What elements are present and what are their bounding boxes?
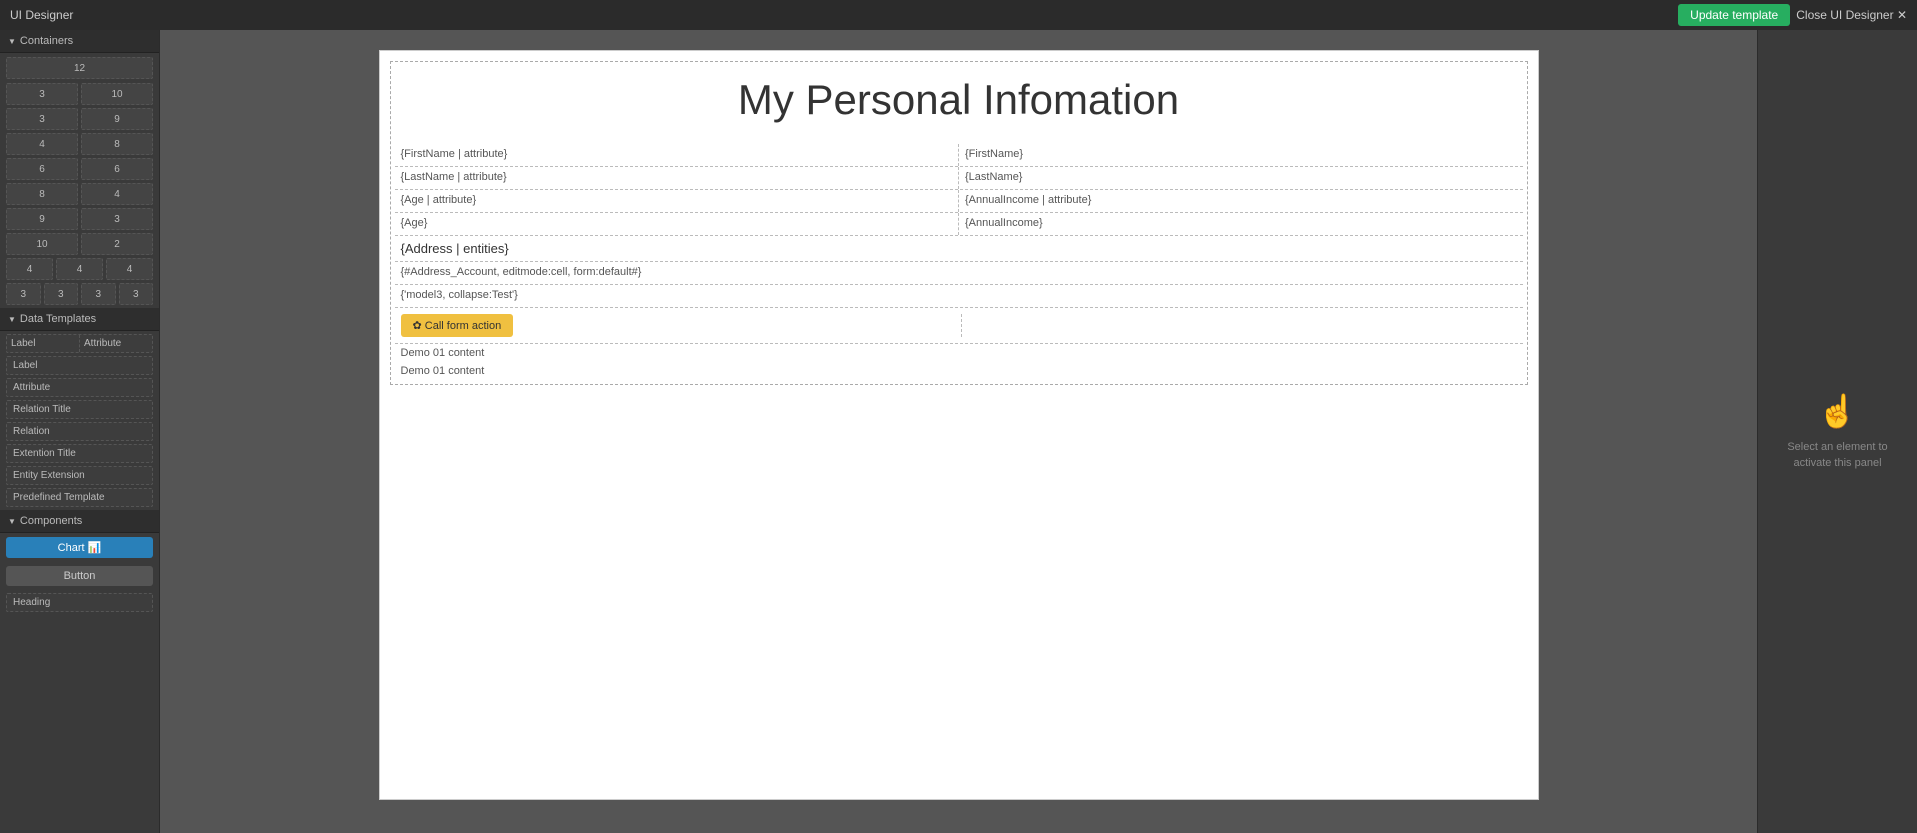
container-cell-8b[interactable]: 8 xyxy=(6,183,78,205)
container-cell-4[interactable]: 4 xyxy=(6,133,78,155)
canvas-cell-income-val: {AnnualIncome} xyxy=(959,213,1523,235)
container-row-10-2: 10 2 xyxy=(6,233,153,255)
container-cell-3c[interactable]: 3 xyxy=(81,208,153,230)
sidebar: ▼ Containers 12 3 10 3 9 4 8 6 6 8 4 9 3 xyxy=(0,30,160,833)
canvas-cell-firstname-val: {FirstName} xyxy=(959,144,1523,166)
container-cell-2[interactable]: 2 xyxy=(81,233,153,255)
template-extention-title[interactable]: Extention Title xyxy=(6,444,153,463)
canvas-model-row: {'model3, collapse:Test'} xyxy=(395,285,1523,308)
right-panel: ☝ Select an element to activate this pan… xyxy=(1757,30,1917,833)
container-row-3-3-3-3: 3 3 3 3 xyxy=(6,283,153,305)
container-cell-4c[interactable]: 4 xyxy=(6,258,53,280)
canvas-address-section: {Address | entities} xyxy=(395,236,1523,262)
canvas-title: My Personal Infomation xyxy=(395,66,1523,134)
container-row-8-4: 8 4 xyxy=(6,183,153,205)
container-row-3-9: 3 9 xyxy=(6,108,153,130)
canvas-demo-row-2: Demo 01 content xyxy=(395,362,1523,380)
template-relation-title[interactable]: Relation Title xyxy=(6,400,153,419)
app-title: UI Designer xyxy=(10,8,73,22)
container-cell-6b[interactable]: 6 xyxy=(81,158,153,180)
main-layout: ▼ Containers 12 3 10 3 9 4 8 6 6 8 4 9 3 xyxy=(0,30,1917,833)
canvas-action-row: ✿ Call form action xyxy=(395,308,1523,344)
template-relation[interactable]: Relation xyxy=(6,422,153,441)
canvas-action-left: ✿ Call form action xyxy=(401,314,963,337)
container-cell-8[interactable]: 8 xyxy=(81,133,153,155)
container-cell-3d[interactable]: 3 xyxy=(6,283,41,305)
container-cell-3e[interactable]: 3 xyxy=(44,283,79,305)
canvas-action-right xyxy=(962,314,1517,337)
button-component-button[interactable]: Button xyxy=(6,566,153,586)
canvas-cell-age-attr: {Age | attribute} xyxy=(395,190,960,212)
right-panel-content: ☝ Select an element to activate this pan… xyxy=(1758,372,1917,491)
canvas-row-lastname: {LastName | attribute} {LastName} xyxy=(395,167,1523,190)
container-cell-9[interactable]: 9 xyxy=(81,108,153,130)
template-entity-extension[interactable]: Entity Extension xyxy=(6,466,153,485)
container-12[interactable]: 12 xyxy=(6,57,153,79)
data-templates-label: Data Templates xyxy=(20,313,96,325)
container-cell-3[interactable]: 3 xyxy=(6,83,78,105)
canvas-outer-border: My Personal Infomation {FirstName | attr… xyxy=(390,61,1528,385)
canvas-form-cell: {#Address_Account, editmode:cell, form:d… xyxy=(395,262,1523,284)
canvas-cell-lastname-val: {LastName} xyxy=(959,167,1523,189)
chart-component-button[interactable]: Chart 📊 xyxy=(6,537,153,558)
right-panel-text: Select an element to activate this panel xyxy=(1778,440,1897,471)
canvas-cell-income-attr: {AnnualIncome | attribute} xyxy=(959,190,1523,212)
container-cell-9b[interactable]: 9 xyxy=(6,208,78,230)
template-label[interactable]: Label xyxy=(6,356,153,375)
cursor-icon: ☝ xyxy=(1778,392,1897,430)
components-section-header[interactable]: ▼ Components xyxy=(0,510,159,533)
data-templates-section-header[interactable]: ▼ Data Templates xyxy=(0,308,159,331)
container-cell-10b[interactable]: 10 xyxy=(6,233,78,255)
canvas-row-age-income-val: {Age} {AnnualIncome} xyxy=(395,213,1523,236)
container-cell-3f[interactable]: 3 xyxy=(81,283,116,305)
containers-section-header[interactable]: ▼ Containers xyxy=(0,30,159,53)
data-templates-arrow: ▼ xyxy=(8,315,16,324)
template-predefined[interactable]: Predefined Template xyxy=(6,488,153,507)
template-label-attribute[interactable]: Label Attribute xyxy=(6,334,153,353)
container-cell-3g[interactable]: 3 xyxy=(119,283,154,305)
canvas-row-firstname: {FirstName | attribute} {FirstName} xyxy=(395,144,1523,167)
canvas-row-age-income-attr: {Age | attribute} {AnnualIncome | attrib… xyxy=(395,190,1523,213)
canvas-cell-age-val: {Age} xyxy=(395,213,960,235)
container-row-4-8: 4 8 xyxy=(6,133,153,155)
heading-component-item[interactable]: Heading xyxy=(6,593,153,612)
update-template-button[interactable]: Update template xyxy=(1678,4,1790,26)
canvas-area: My Personal Infomation {FirstName | attr… xyxy=(160,30,1757,833)
components-label: Components xyxy=(20,515,82,527)
components-arrow: ▼ xyxy=(8,517,16,526)
canvas-cell-lastname-attr: {LastName | attribute} xyxy=(395,167,960,189)
container-12-label: 12 xyxy=(74,63,85,74)
canvas-model-cell: {'model3, collapse:Test'} xyxy=(395,285,1523,307)
close-designer-button[interactable]: Close UI Designer ✕ xyxy=(1796,8,1907,22)
canvas-form-row: {#Address_Account, editmode:cell, form:d… xyxy=(395,262,1523,285)
call-form-action-button[interactable]: ✿ Call form action xyxy=(401,314,514,337)
containers-label: Containers xyxy=(20,35,73,47)
container-row-6-6: 6 6 xyxy=(6,158,153,180)
template-attribute[interactable]: Attribute xyxy=(6,378,153,397)
topbar: UI Designer Update template Close UI Des… xyxy=(0,0,1917,30)
container-row-9-3: 9 3 xyxy=(6,208,153,230)
canvas: My Personal Infomation {FirstName | attr… xyxy=(379,50,1539,800)
container-cell-3b[interactable]: 3 xyxy=(6,108,78,130)
template-attribute-cell: Attribute xyxy=(80,335,152,352)
template-label-cell: Label xyxy=(7,335,80,352)
container-cell-6a[interactable]: 6 xyxy=(6,158,78,180)
canvas-cell-firstname-attr: {FirstName | attribute} xyxy=(395,144,960,166)
top-actions: Update template Close UI Designer ✕ xyxy=(1678,4,1907,26)
canvas-demo-row-1: Demo 01 content xyxy=(395,344,1523,362)
container-row-4-4-4: 4 4 4 xyxy=(6,258,153,280)
container-row-3-10: 3 10 xyxy=(6,83,153,105)
containers-arrow: ▼ xyxy=(8,37,16,46)
container-cell-4e[interactable]: 4 xyxy=(106,258,153,280)
container-cell-4b[interactable]: 4 xyxy=(81,183,153,205)
container-cell-4d[interactable]: 4 xyxy=(56,258,103,280)
container-cell-10[interactable]: 10 xyxy=(81,83,153,105)
